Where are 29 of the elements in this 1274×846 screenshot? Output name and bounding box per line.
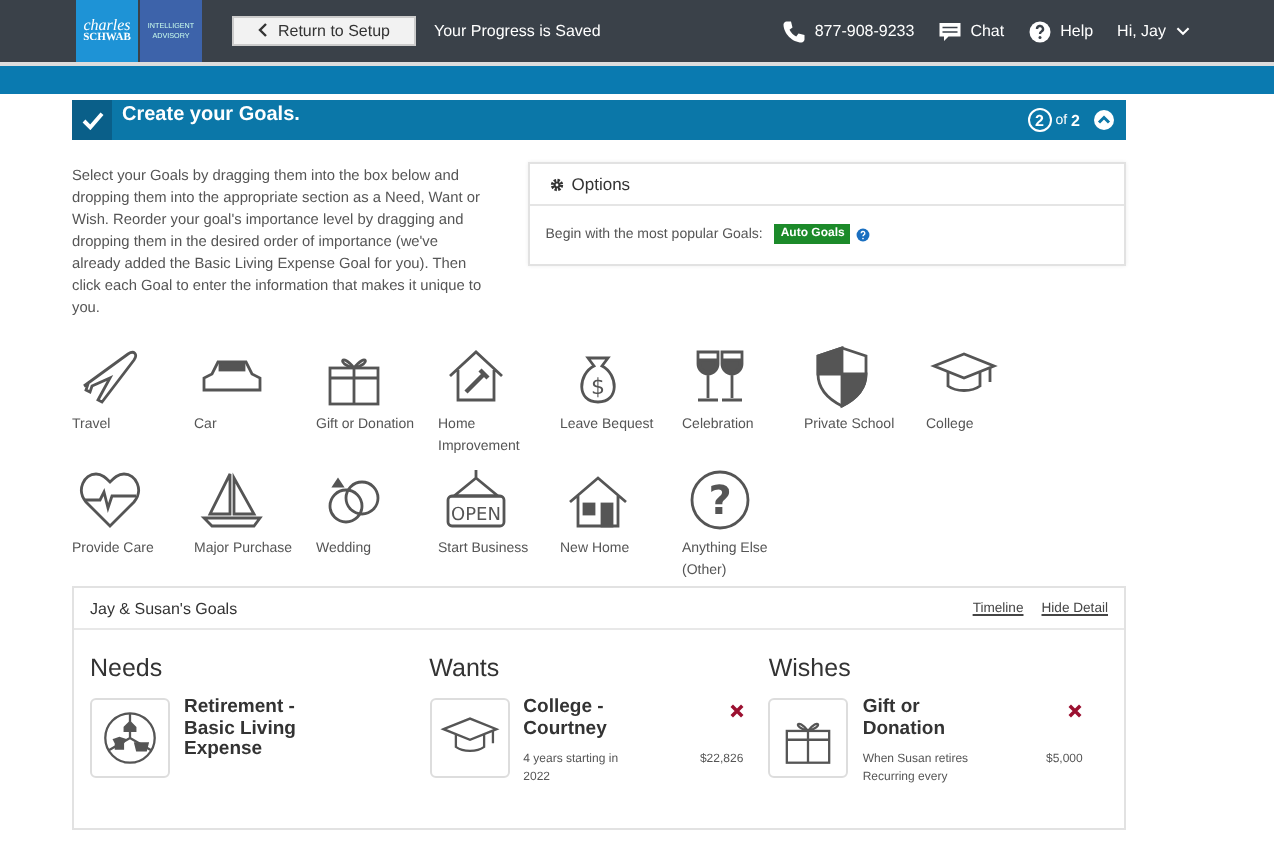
- panel-title: Jay & Susan's Goals: [90, 599, 240, 617]
- gear-icon: [549, 177, 564, 191]
- chevron-down-icon: [1176, 26, 1190, 36]
- chat-link[interactable]: Chat: [970, 22, 1005, 40]
- step-number: 2: [1027, 108, 1052, 132]
- remove-icon[interactable]: [729, 704, 744, 718]
- help-link[interactable]: Help: [1060, 22, 1094, 40]
- user-menu[interactable]: Hi, Jay: [1117, 22, 1166, 40]
- step-total: 2: [1071, 111, 1080, 129]
- goal-title[interactable]: College - Courtney: [523, 698, 652, 740]
- return-button[interactable]: Return to Setup: [232, 16, 416, 46]
- check-icon: [72, 100, 112, 140]
- step-title: Create your Goals.: [122, 102, 302, 126]
- remove-icon[interactable]: [1068, 704, 1083, 718]
- help-icon[interactable]: [856, 227, 871, 241]
- goal-title[interactable]: Retirement - Basic Living Expense: [184, 698, 312, 761]
- section-title: Needs: [90, 654, 165, 682]
- chevron-left-icon: [257, 22, 268, 38]
- chat-icon[interactable]: [938, 19, 963, 43]
- section-title: Wants: [429, 654, 502, 682]
- goal-icon: ?: [686, 466, 754, 534]
- phone-number[interactable]: 877-908-9233: [814, 22, 915, 40]
- options-title: Options: [571, 174, 631, 194]
- phone-icon: [782, 19, 807, 43]
- save-status: Your Progress is Saved: [434, 22, 601, 40]
- section-title: Wishes: [768, 654, 853, 682]
- help-icon[interactable]: [1028, 19, 1053, 43]
- collapse-icon[interactable]: [1094, 110, 1114, 130]
- goal-title[interactable]: Gift or Donation: [862, 698, 991, 740]
